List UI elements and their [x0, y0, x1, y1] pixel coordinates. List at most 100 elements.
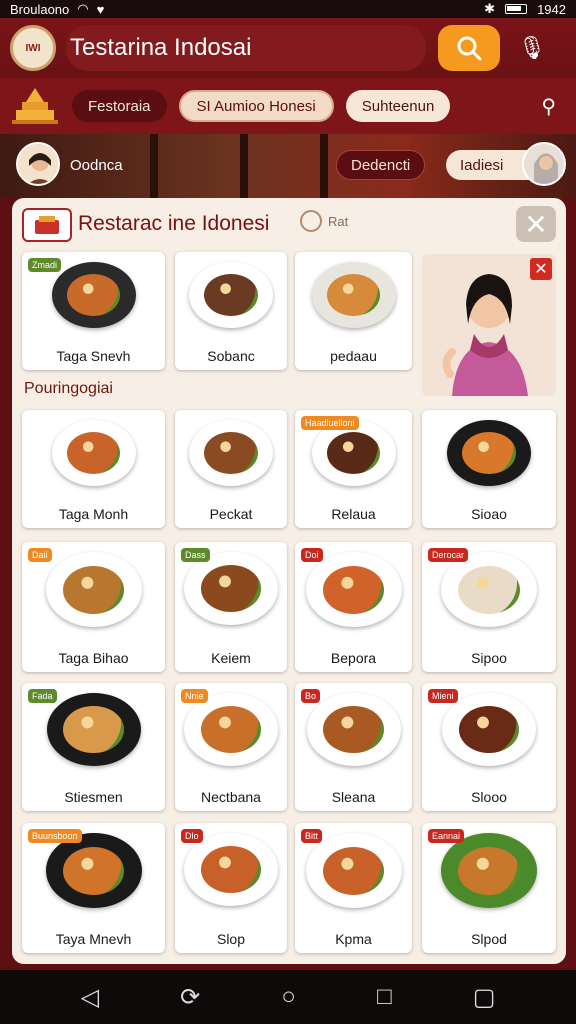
dish-name: Sipoo — [471, 650, 507, 666]
dish-tag: Doi — [301, 548, 323, 562]
dish-name: Taga Monh — [58, 506, 129, 522]
clock: 1942 — [537, 1, 566, 17]
dish-name: Sleana — [331, 789, 376, 805]
section-label: Pouringogiai — [24, 380, 113, 397]
dish-card[interactable]: Taga Monh — [22, 410, 165, 528]
voice-icon[interactable]: 🎙︎ — [518, 34, 546, 62]
search-icon — [457, 36, 482, 61]
dish-name: Slop — [216, 931, 246, 947]
dish-card[interactable]: Haadiuelloni Relaua — [295, 410, 412, 528]
dish-tag: Mieni — [428, 689, 458, 703]
host-card[interactable]: ✕ — [422, 254, 556, 396]
dish-card[interactable]: Zmadi Taga Snevh — [22, 252, 165, 370]
avatar-right[interactable] — [522, 142, 566, 186]
back-icon[interactable]: ◁ — [81, 983, 99, 1012]
hero-banner: Oodnca Dedencti Iadiesi — [0, 134, 576, 198]
dish-image — [45, 552, 142, 627]
filter-chip-2[interactable]: SI Aumioo Honesi — [178, 90, 334, 122]
dish-image — [305, 552, 402, 627]
dish-tag: Eannai — [428, 829, 465, 843]
avatar-left[interactable] — [16, 142, 60, 186]
dish-name: Nectbana — [201, 789, 261, 805]
heart-icon: ♥ — [96, 1, 105, 17]
dish-card[interactable]: Peckat — [175, 410, 287, 528]
panel-title: Restarac ine Idonesi — [78, 212, 270, 235]
battery-icon — [505, 4, 528, 14]
dish-card[interactable]: Nnie Nectbana — [175, 683, 287, 811]
dish-image — [441, 552, 537, 627]
dish-name: Sioao — [471, 506, 507, 522]
status-bar: Broulaono ◠ ♥ ✱ 1942 — [0, 0, 576, 18]
dish-tag: Haadiuelloni — [301, 416, 359, 430]
dish-card[interactable]: Dlo Slop — [175, 823, 287, 953]
search-button[interactable] — [438, 25, 500, 71]
recents-icon[interactable]: □ — [377, 983, 392, 1011]
dish-card[interactable]: Doi Bepora — [295, 542, 412, 672]
restaurant-logo[interactable]: IWI — [10, 25, 56, 71]
dish-image — [46, 693, 141, 766]
dish-image — [189, 262, 273, 328]
restaurant-icon — [22, 208, 72, 242]
dish-card[interactable]: Derocar Sipoo — [422, 542, 556, 672]
dish-tag: Fada — [28, 689, 57, 703]
close-button[interactable]: ✕ — [516, 206, 556, 242]
bluetooth-icon: ✱ — [484, 1, 496, 16]
dish-name: Kpma — [335, 931, 372, 947]
dish-tag: Daii — [28, 548, 52, 562]
hero-chip-left[interactable]: Oodnca — [56, 150, 137, 180]
system-nav-bar: ◁ ⟳ ○ □ ▢ — [0, 970, 576, 1024]
wifi-icon: ◠ — [77, 1, 89, 16]
dish-tag: Dass — [181, 548, 210, 562]
dish-image — [51, 262, 136, 328]
dish-name: pedaau — [330, 348, 377, 364]
dish-card[interactable]: Mieni Slooo — [422, 683, 556, 811]
dish-image — [442, 693, 536, 766]
dish-image — [184, 552, 278, 625]
dish-card[interactable]: Sioao — [422, 410, 556, 528]
dish-name: Stiesmen — [64, 789, 123, 805]
home-icon[interactable]: ○ — [281, 983, 296, 1011]
dish-tag: Derocar — [428, 548, 469, 562]
dish-card[interactable]: Bitt Kpma — [295, 823, 412, 953]
app-title[interactable]: Testarina Indosai — [66, 25, 426, 71]
dish-name: Keiem — [211, 650, 251, 666]
dish-tag: Dlo — [181, 829, 203, 843]
dish-name: Taga Snevh — [56, 348, 131, 364]
dish-card[interactable]: Buunsboon Taya Mnevh — [22, 823, 165, 953]
host-close-icon[interactable]: ✕ — [530, 258, 552, 280]
close-icon: ✕ — [524, 208, 548, 240]
dish-name: Taga Bihao — [58, 650, 129, 666]
dish-image — [311, 262, 396, 328]
dish-image — [447, 420, 531, 486]
dish-card[interactable]: pedaau — [295, 252, 412, 370]
dish-card[interactable]: Fada Stiesmen — [22, 683, 165, 811]
dish-image — [51, 420, 136, 486]
dish-name: Peckat — [209, 506, 253, 522]
dish-tag: Nnie — [181, 689, 208, 703]
dish-image — [184, 833, 278, 906]
dish-tag: Bo — [301, 689, 321, 703]
filter-chip-3[interactable]: Suhteenun — [345, 90, 451, 122]
rating-radio[interactable]: Rat — [300, 210, 348, 232]
dish-name: Relaua — [331, 506, 376, 522]
temple-icon — [12, 88, 58, 124]
dish-image — [441, 833, 537, 908]
dish-name: Sobanc — [207, 348, 255, 364]
dish-card[interactable]: Sobanc — [175, 252, 287, 370]
dish-name: Slooo — [471, 789, 507, 805]
hero-chip-mid[interactable]: Dedencti — [336, 150, 426, 180]
filter-chip-1[interactable]: Festoraia — [72, 90, 167, 122]
app-bar: IWI Testarina Indosai 🎙︎ — [0, 18, 576, 78]
dish-name: Bepora — [330, 650, 377, 666]
dish-image — [305, 833, 402, 908]
dish-card[interactable]: Eannai Slpod — [422, 823, 556, 953]
filter-bar: Festoraia SI Aumioo Honesi Suhteenun ⚲ — [0, 78, 576, 134]
assistant-icon[interactable]: ⟳ — [180, 983, 200, 1012]
dish-image — [189, 420, 273, 486]
dish-card[interactable]: Dass Keiem — [175, 542, 287, 672]
magic-wand-icon[interactable]: ⚲ — [541, 94, 556, 119]
dish-card[interactable]: Daii Taga Bihao — [22, 542, 165, 672]
dish-name: Taya Mnevh — [55, 931, 132, 947]
dish-card[interactable]: Bo Sleana — [295, 683, 412, 811]
overview-icon[interactable]: ▢ — [473, 983, 496, 1012]
